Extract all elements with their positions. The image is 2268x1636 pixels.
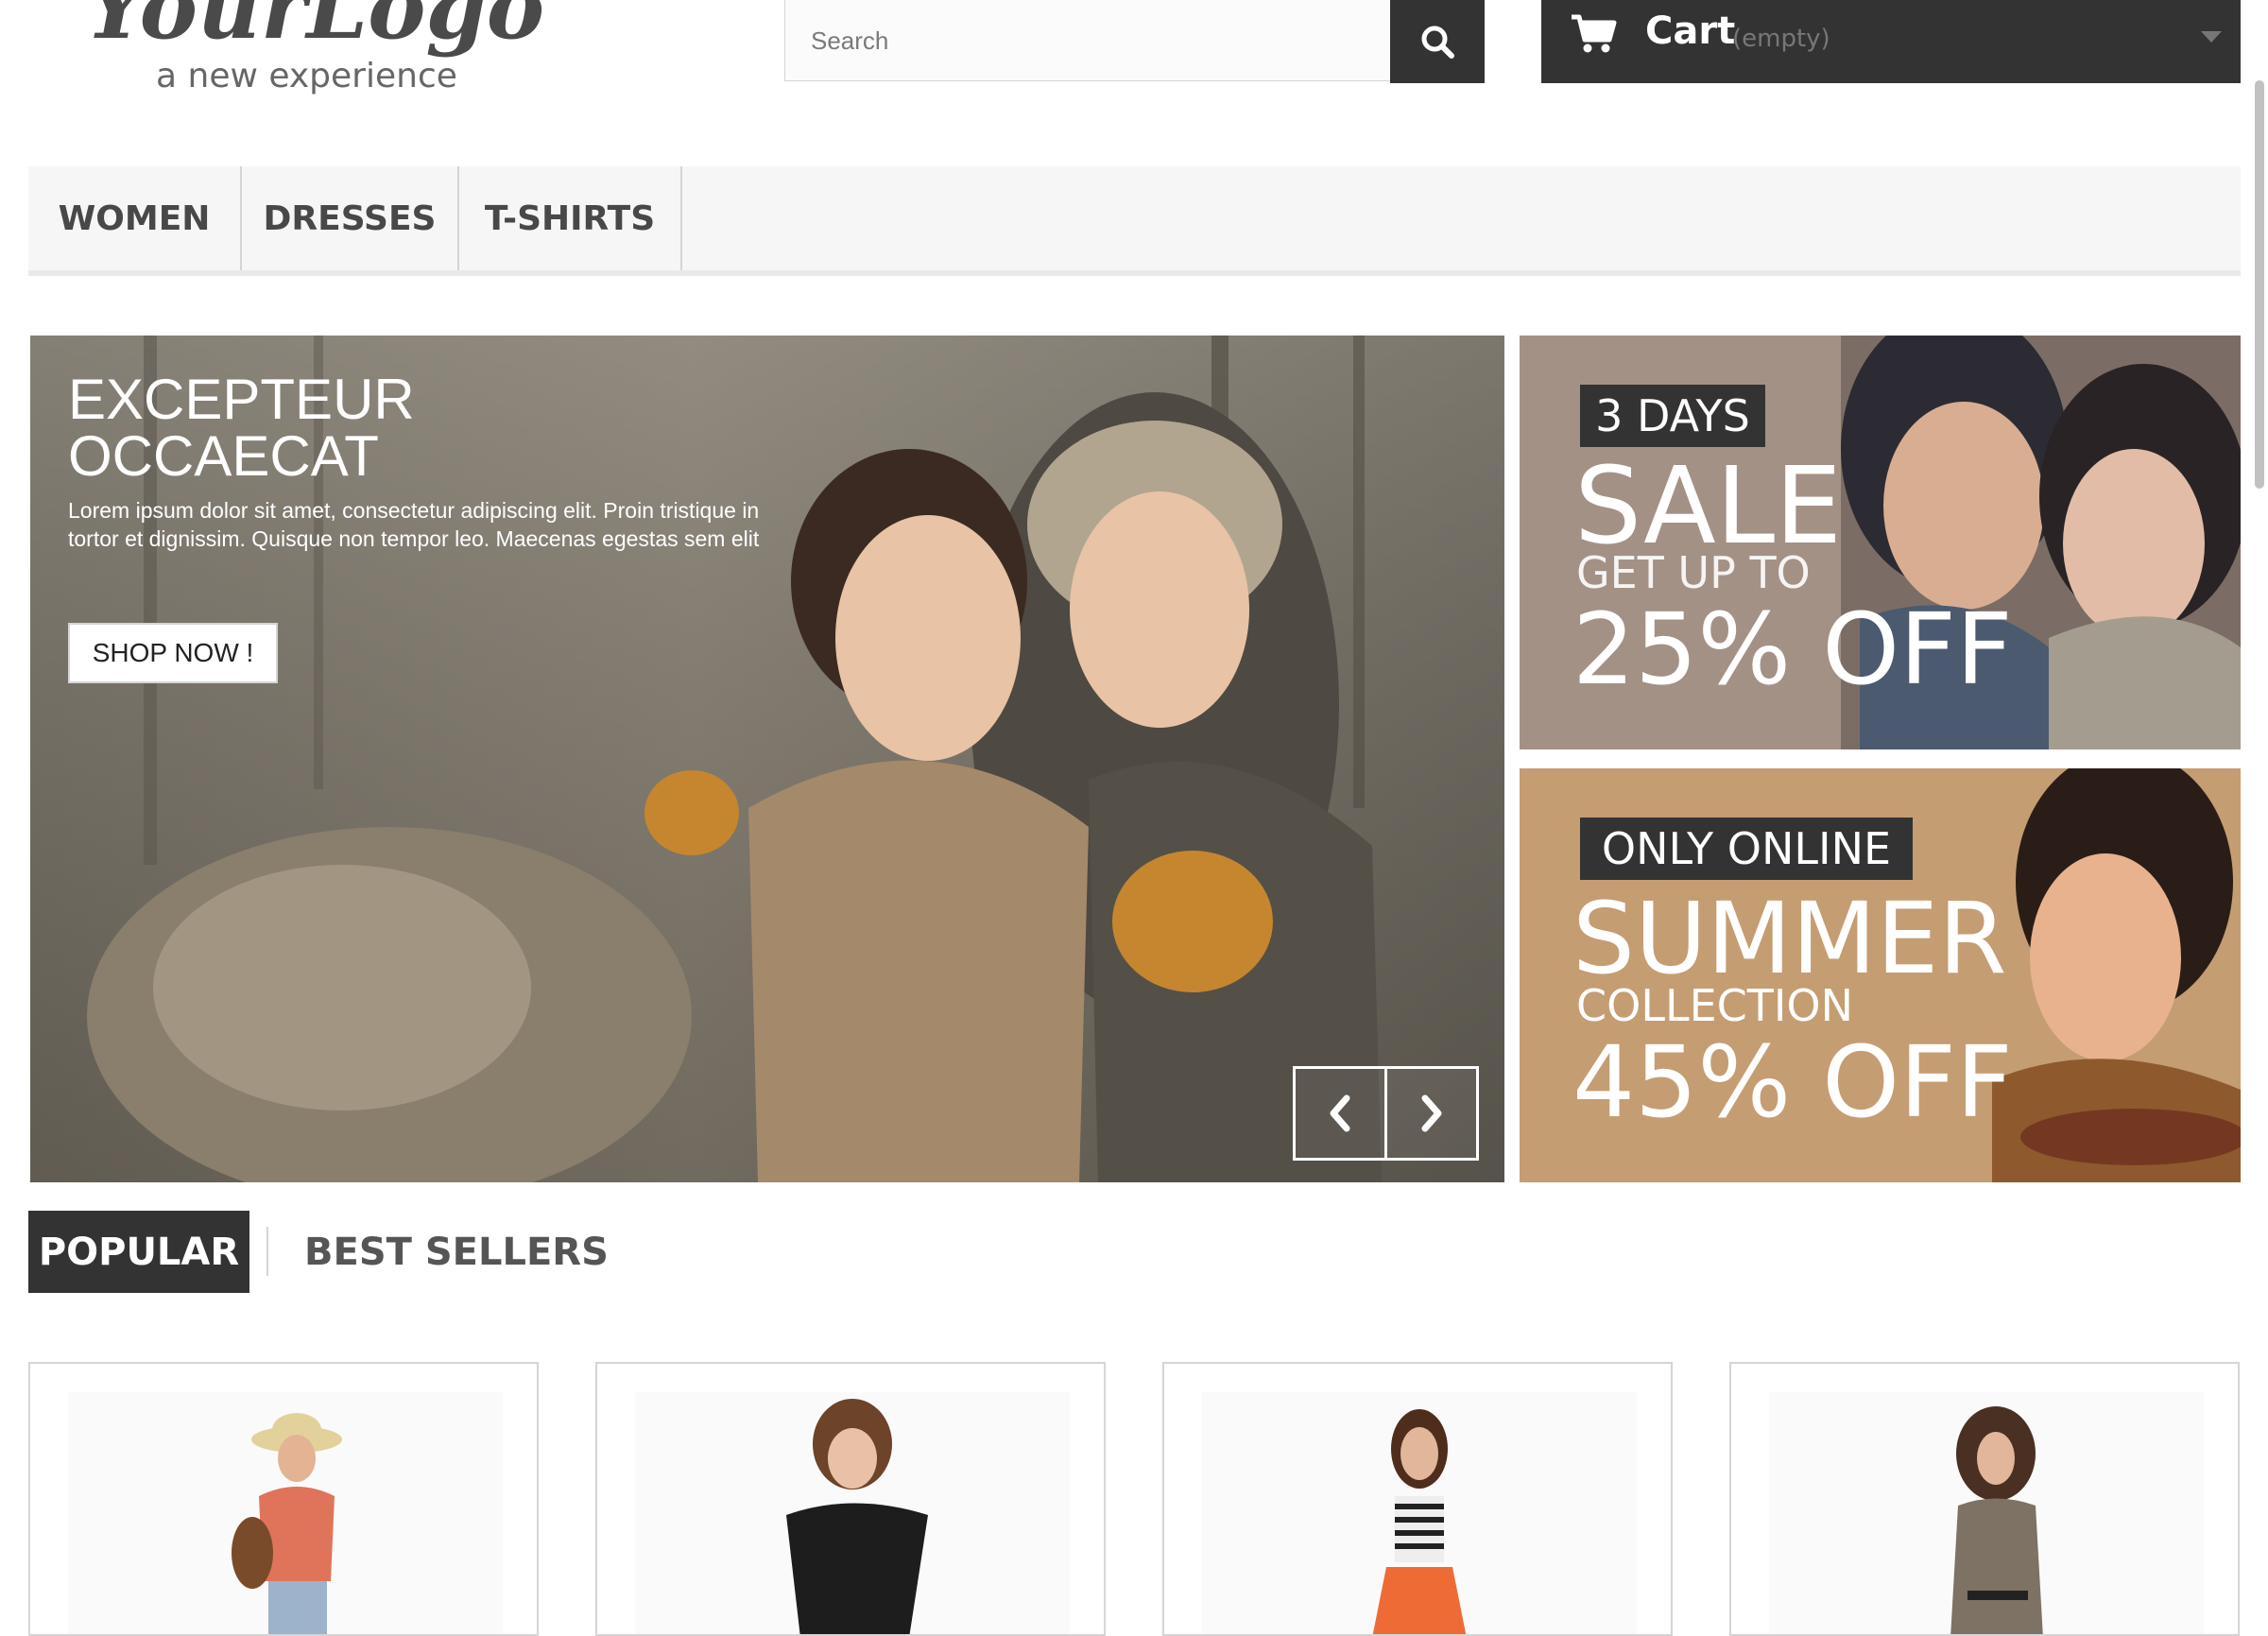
product-card[interactable]: [1162, 1362, 1673, 1636]
tab-best-sellers[interactable]: BEST SELLERS: [304, 1211, 609, 1293]
product-card[interactable]: [595, 1362, 1106, 1636]
tab-divider: [266, 1227, 268, 1276]
main-nav: WOMEN DRESSES T-SHIRTS: [28, 166, 2241, 276]
promo-summer-subline: COLLECTION: [1576, 980, 1854, 1031]
chevron-down-icon[interactable]: [2201, 31, 2222, 44]
nav-item-dresses[interactable]: DRESSES: [242, 166, 459, 270]
promo-sale-offer: 25% OFF: [1572, 592, 2013, 707]
tab-popular[interactable]: POPULAR: [28, 1211, 249, 1293]
slider-next-button[interactable]: [1384, 1066, 1479, 1161]
hero-title: EXCEPTEUR OCCAECAT: [68, 371, 824, 485]
promo-banner-summer[interactable]: ONLY ONLINE SUMMER COLLECTION 45% OFF: [1520, 768, 2241, 1182]
product-card[interactable]: [1729, 1362, 2240, 1636]
shop-now-button[interactable]: SHOP NOW !: [68, 623, 278, 683]
search-button[interactable]: [1390, 0, 1485, 83]
chevron-left-icon: [1330, 1094, 1350, 1132]
promo-sale-tag: 3 DAYS: [1580, 385, 1765, 447]
search-input[interactable]: [785, 0, 1390, 81]
hero-text: Lorem ipsum dolor sit amet, consectetur …: [68, 498, 760, 551]
search-icon: [1421, 26, 1454, 59]
scrollbar-thumb[interactable]: [2255, 80, 2264, 489]
slider-prev-button[interactable]: [1293, 1066, 1387, 1161]
cart-button[interactable]: Cart (empty): [1541, 0, 2241, 83]
logo-tagline: a new experience: [156, 57, 457, 95]
nav-item-women[interactable]: WOMEN: [28, 166, 242, 270]
promo-sale-headline: SALE: [1574, 445, 1842, 568]
promo-sale-subline: GET UP TO: [1576, 547, 1811, 598]
product-image: [635, 1392, 1070, 1634]
promo-summer-offer: 45% OFF: [1572, 1025, 2013, 1140]
cart-label: Cart: [1645, 9, 1736, 53]
site-logo[interactable]: YourLogo a new experience: [47, 0, 633, 104]
logo-image: YourLogo a new experience: [85, 0, 544, 95]
chevron-right-icon: [1421, 1094, 1442, 1132]
product-image: [68, 1392, 503, 1634]
cart-icon: [1572, 14, 1617, 53]
search-box: [784, 0, 1392, 81]
product-image: [1202, 1392, 1637, 1634]
hero-title-line2: OCCAECAT: [68, 424, 379, 488]
hero-title-line1: EXCEPTEUR: [68, 368, 415, 431]
hero-slider[interactable]: EXCEPTEUR OCCAECAT Lorem ipsum dolor sit…: [30, 336, 1504, 1182]
cart-status: (empty): [1732, 25, 1830, 53]
product-image: [1769, 1392, 2204, 1634]
promo-banner-sale[interactable]: 3 DAYS SALE GET UP TO 25% OFF: [1520, 336, 2241, 749]
promo-summer-headline: SUMMER: [1572, 881, 2007, 996]
logo-main-text: YourLogo: [85, 0, 544, 59]
product-card[interactable]: [28, 1362, 539, 1636]
nav-item-tshirts[interactable]: T-SHIRTS: [459, 166, 682, 270]
promo-summer-tag: ONLY ONLINE: [1580, 818, 1913, 880]
